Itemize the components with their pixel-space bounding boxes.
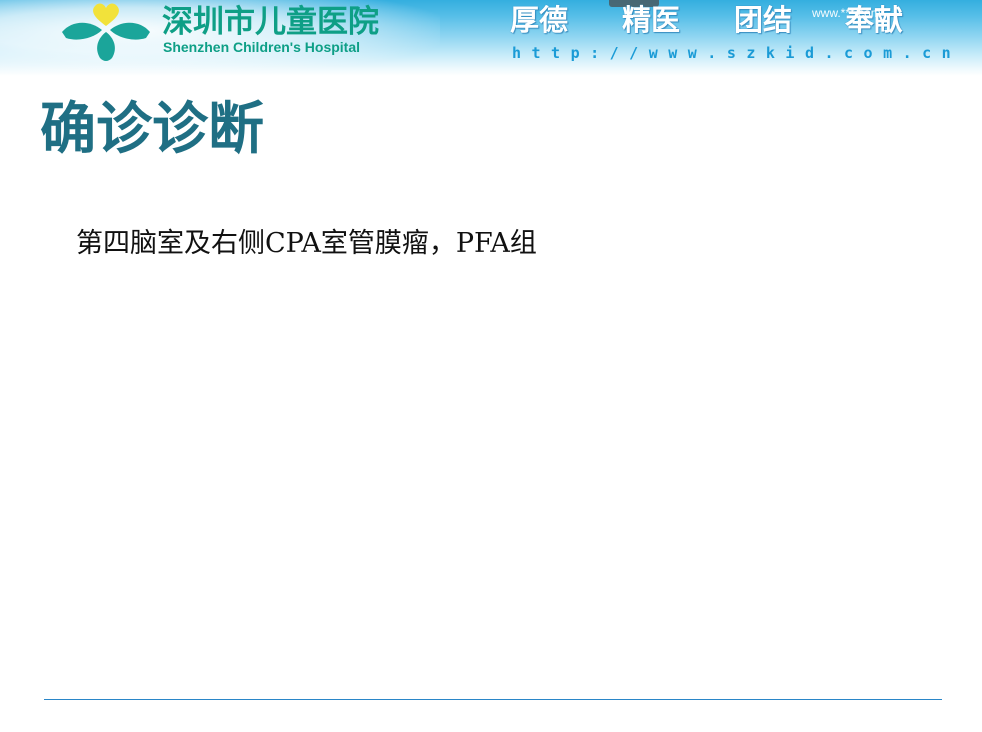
motto-word-1: 厚德 — [510, 3, 569, 37]
hospital-name-en: Shenzhen Children's Hospital — [163, 39, 361, 55]
hospital-url: http://www.szkid.com.cn — [512, 44, 962, 62]
motto-word-2: 精医 — [622, 3, 681, 37]
motto-word-3: 团结 — [734, 3, 793, 37]
watermark-text: www.***.com — [812, 6, 881, 20]
slide-body-text: 第四脑室及右侧CPA室管膜瘤，PFA组 — [76, 228, 537, 259]
header-banner: 深圳市儿童医院 Shenzhen Children's Hospital 厚德 … — [0, 0, 982, 76]
slide-title: 确诊诊断 — [40, 97, 264, 162]
footer-divider — [44, 699, 942, 700]
hospital-name-cn: 深圳市儿童医院 — [162, 4, 379, 40]
hospital-logo-icon — [62, 3, 150, 61]
